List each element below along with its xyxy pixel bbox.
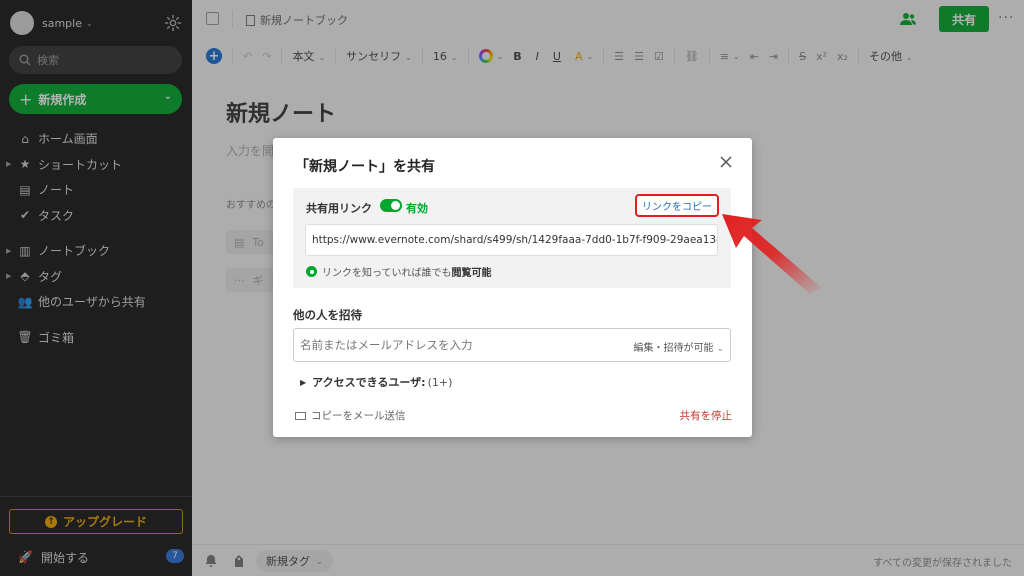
visibility-note: リンクを知っていれば誰でも 閲覧可能 bbox=[306, 264, 492, 279]
share-link-state: 有効 bbox=[406, 202, 428, 215]
annotation-arrow-icon bbox=[722, 214, 822, 294]
dialog-title: 「新規ノート」を共有 bbox=[295, 159, 435, 175]
permission-label: 編集・招待が可能 bbox=[633, 343, 714, 354]
stop-sharing-link[interactable]: 共有を停止 bbox=[680, 408, 733, 423]
access-count: (1+) bbox=[427, 375, 453, 389]
share-dialog: 「新規ノート」を共有 共有用リンク 有効 リンクをコピー https://www… bbox=[273, 138, 752, 437]
email-copy-link[interactable]: コピーをメール送信 bbox=[295, 408, 406, 423]
share-url-field[interactable]: https://www.evernote.com/shard/s499/sh/1… bbox=[305, 224, 718, 256]
access-users-toggle[interactable]: ▶ アクセスできるユーザ: (1+) bbox=[300, 374, 452, 390]
share-link-label: 共有用リンク bbox=[306, 202, 372, 215]
access-label: アクセスできるユーザ: bbox=[312, 376, 426, 389]
permission-dropdown[interactable]: 編集・招待が可能 ⌄ bbox=[633, 339, 724, 354]
invite-input[interactable]: 名前またはメールアドレスを入力 編集・招待が可能 ⌄ bbox=[293, 328, 731, 362]
eye-icon bbox=[306, 266, 317, 277]
invite-placeholder: 名前またはメールアドレスを入力 bbox=[300, 338, 473, 352]
close-icon[interactable] bbox=[720, 156, 732, 168]
visibility-level: 閲覧可能 bbox=[451, 268, 492, 279]
share-link-toggle[interactable] bbox=[380, 199, 402, 212]
share-link-panel: 共有用リンク 有効 リンクをコピー https://www.evernote.c… bbox=[293, 188, 731, 288]
invite-label: 他の人を招待 bbox=[293, 308, 362, 322]
copy-link-button[interactable]: リンクをコピー bbox=[635, 194, 719, 217]
envelope-icon bbox=[295, 411, 306, 420]
visibility-text: リンクを知っていれば誰でも bbox=[322, 268, 452, 279]
chevron-down-icon: ⌄ bbox=[716, 344, 724, 354]
expand-arrow-icon: ▶ bbox=[300, 377, 307, 387]
email-copy-label: コピーをメール送信 bbox=[311, 410, 406, 422]
